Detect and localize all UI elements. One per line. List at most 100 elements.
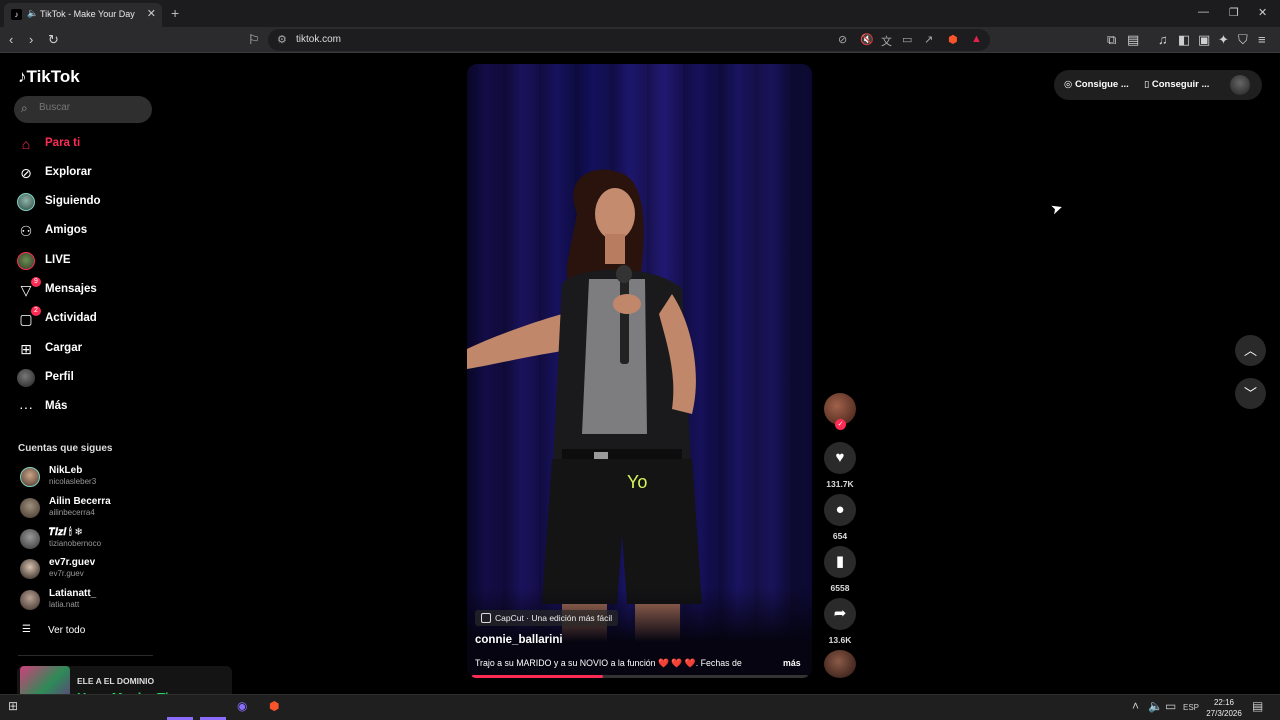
- nav-label: Cargar: [45, 342, 83, 354]
- account-item[interactable]: NikLeb nicolasleber3: [18, 464, 158, 492]
- clock-date: 27/3/2026: [1206, 709, 1242, 718]
- video-progress-bar[interactable]: [472, 675, 808, 678]
- follow-check-icon[interactable]: ✓: [835, 419, 846, 430]
- share-arrow-icon: ➦: [833, 605, 847, 622]
- following-avatar-icon: [17, 193, 35, 211]
- music-disc-avatar[interactable]: [824, 650, 856, 678]
- messages-badge: 9: [31, 277, 41, 287]
- leo-ai-icon[interactable]: ✦: [1218, 32, 1229, 47]
- nav-messages[interactable]: ▽ 9 Mensajes: [14, 277, 154, 303]
- next-video-button[interactable]: ﹀: [1235, 378, 1266, 409]
- capcut-label: CapCut · Una edición más fácil: [495, 613, 613, 623]
- brave-icon[interactable]: ⬢: [269, 699, 279, 713]
- discord-icon[interactable]: ◉: [237, 699, 247, 713]
- tiktok-logo[interactable]: ♪TikTok: [18, 67, 80, 87]
- nav-live[interactable]: LIVE: [14, 248, 154, 274]
- start-icon[interactable]: ⊞: [8, 699, 18, 713]
- live-avatar-icon: [17, 252, 35, 270]
- account-name: Latianatt_: [49, 588, 97, 599]
- account-item[interactable]: Latianatt_ latia.natt: [18, 587, 158, 615]
- video-player[interactable]: Yo CapCut · Una edición más fácil connie…: [467, 64, 812, 678]
- description-tail: . Fechas de: [695, 658, 742, 668]
- comment-icon: ●: [835, 501, 845, 518]
- mute-icon[interactable]: 🔇: [860, 33, 874, 46]
- get-app-button[interactable]: ▯ Conseguir ...: [1144, 79, 1209, 90]
- comment-button[interactable]: ●: [824, 494, 856, 526]
- close-window-icon[interactable]: ✕: [1258, 6, 1267, 19]
- share-button[interactable]: ➦: [824, 598, 856, 630]
- sidebar-divider: [18, 655, 153, 656]
- cast-icon[interactable]: ▭: [902, 33, 912, 46]
- sidebar-toggle-icon[interactable]: ◧: [1178, 32, 1190, 47]
- share-icon[interactable]: ↗: [924, 33, 933, 46]
- mouse-cursor-icon: ➤: [1048, 198, 1065, 218]
- network-icon[interactable]: ▭: [1165, 699, 1176, 713]
- tray-chevron-icon[interactable]: ˄: [1132, 699, 1139, 713]
- like-button[interactable]: ♥: [824, 442, 856, 474]
- account-handle: latia.natt: [49, 600, 80, 609]
- minimize-icon[interactable]: —: [1198, 6, 1209, 18]
- volume-icon[interactable]: 🔈: [1148, 699, 1163, 713]
- previous-video-button[interactable]: ︿: [1235, 335, 1266, 366]
- nav-label: Explorar: [45, 166, 92, 178]
- nav-friends[interactable]: ⚇ Amigos: [14, 218, 154, 244]
- taskbar-clock[interactable]: 22:16 27/3/2026: [1204, 697, 1244, 719]
- coin-icon: ◎: [1064, 79, 1075, 90]
- nav-activity[interactable]: ▢ 2 Actividad: [14, 306, 154, 332]
- nav-more[interactable]: ··· Más: [14, 394, 154, 420]
- nav-label: Amigos: [45, 224, 88, 236]
- search-input[interactable]: [39, 102, 144, 113]
- browser-tab[interactable]: ♪ 🔈 TikTok - Make Your Day ✕: [4, 3, 162, 27]
- capcut-tag[interactable]: CapCut · Una edición más fácil: [475, 610, 619, 626]
- site-info-icon[interactable]: ⚙: [277, 33, 287, 46]
- tiktok-favicon-icon: ♪: [11, 9, 22, 20]
- account-name: Ailin Becerra: [49, 496, 111, 507]
- bookmark-icon[interactable]: ⚐: [248, 32, 260, 47]
- extensions-icon[interactable]: ⧉: [1107, 32, 1116, 47]
- more-button[interactable]: más: [783, 658, 801, 668]
- see-all-button[interactable]: ☰ Ver todo: [22, 624, 85, 636]
- nav-upload[interactable]: ⊞ Cargar: [14, 336, 154, 362]
- back-icon[interactable]: ‹: [9, 32, 13, 47]
- close-tab-icon[interactable]: ✕: [147, 7, 156, 20]
- list-icon: ☰: [22, 624, 31, 635]
- tab-search-icon[interactable]: ▤: [1127, 32, 1139, 47]
- notification-icon[interactable]: ▤: [1252, 699, 1263, 713]
- account-item[interactable]: 𝑻𝒊𝒛𝒊 🕯 ❄ tizianobernoco: [18, 526, 158, 554]
- friends-icon: ⚇: [19, 223, 33, 239]
- brave-shields-icon[interactable]: ⬢: [948, 33, 958, 46]
- new-tab-icon[interactable]: +: [171, 5, 179, 21]
- nav-label: Actividad: [45, 312, 97, 324]
- search-box[interactable]: ⌕: [14, 96, 152, 123]
- nav-for-you[interactable]: ⌂ Para ti: [14, 131, 154, 157]
- save-button[interactable]: ▮: [824, 546, 856, 578]
- url-text[interactable]: tiktok.com: [296, 34, 341, 45]
- forward-icon[interactable]: ›: [29, 32, 33, 47]
- brave-rewards-icon[interactable]: ▲: [971, 33, 982, 45]
- account-avatar: [20, 498, 40, 518]
- video-caption-overlay: Yo: [627, 472, 648, 492]
- nav-label: Siguiendo: [45, 195, 101, 207]
- reader-off-icon[interactable]: ⊘: [838, 33, 847, 46]
- restore-icon[interactable]: ❐: [1229, 6, 1239, 19]
- nav-profile[interactable]: Perfil: [14, 365, 154, 391]
- account-item[interactable]: Ailin Becerra ailinbecerra4: [18, 495, 158, 523]
- user-avatar[interactable]: [1230, 75, 1250, 95]
- media-icon[interactable]: ♫: [1158, 32, 1168, 47]
- nav-explore[interactable]: ⊘ Explorar: [14, 160, 154, 186]
- bookmark-icon: ▮: [835, 553, 845, 570]
- address-bar[interactable]: ⚙ tiktok.com ⊘ 🔇 文 ▭ ↗ ⬢ ▲: [268, 29, 990, 51]
- nav-label: LIVE: [45, 254, 71, 266]
- menu-icon[interactable]: ≡: [1258, 32, 1266, 47]
- nav-following[interactable]: Siguiendo: [14, 189, 154, 215]
- translate-icon[interactable]: 文: [881, 33, 892, 49]
- get-coins-button[interactable]: ◎ Consigue ...: [1064, 79, 1129, 90]
- vpn-icon[interactable]: ⛉: [1238, 32, 1248, 47]
- video-username[interactable]: connie_ballarini: [475, 634, 563, 646]
- speaker-icon[interactable]: 🔈: [27, 8, 38, 19]
- language-indicator[interactable]: ESP: [1183, 703, 1199, 712]
- reload-icon[interactable]: ↻: [48, 32, 59, 47]
- activity-badge: 2: [31, 306, 41, 316]
- wallet-icon[interactable]: ▣: [1198, 32, 1210, 47]
- account-item[interactable]: ev7r.guev ev7r.guev: [18, 556, 158, 584]
